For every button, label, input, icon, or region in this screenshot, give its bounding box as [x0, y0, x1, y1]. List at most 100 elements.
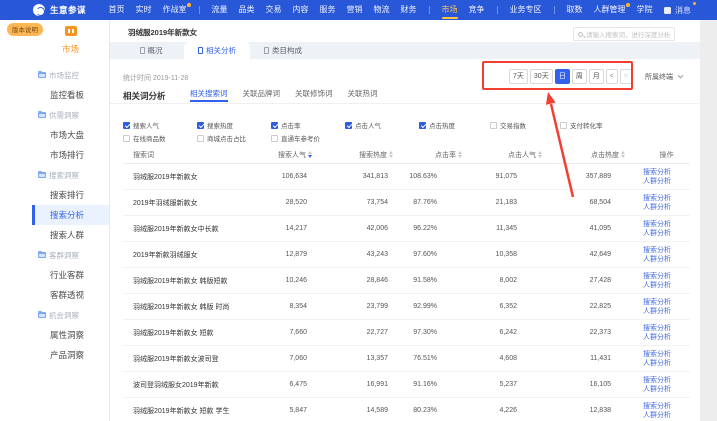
- subtab-关联品牌词[interactable]: 关联品牌词: [243, 86, 281, 104]
- link-人群分析[interactable]: 人群分析: [643, 385, 690, 394]
- search-input[interactable]: 请输入搜索词，进行深度分析: [573, 27, 675, 41]
- filter-点击人气[interactable]: 点击人气: [345, 120, 381, 130]
- ops-cell: 搜索分析人群分析: [643, 168, 690, 186]
- nav-item-财务[interactable]: 财务: [401, 0, 417, 20]
- sidebar-item-搜索排行[interactable]: 搜索排行: [32, 185, 109, 205]
- link-搜索分析[interactable]: 搜索分析: [643, 272, 690, 281]
- subtab-关联热词[interactable]: 关联热词: [348, 86, 378, 104]
- brand[interactable]: 生意参谋: [33, 4, 86, 16]
- page-title: 羽绒服2019年新款女: [128, 27, 197, 38]
- link-搜索分析[interactable]: 搜索分析: [643, 194, 690, 203]
- column-header-点击热度[interactable]: 点击热度: [542, 150, 625, 160]
- filter-商城点击占比[interactable]: 商城点击占比: [197, 133, 246, 143]
- nav-item-市场[interactable]: 市场: [442, 0, 458, 20]
- link-搜索分析[interactable]: 搜索分析: [643, 246, 690, 255]
- value-cell: 27,428: [542, 277, 625, 284]
- nav-item-交易[interactable]: 交易: [266, 0, 282, 20]
- checkbox-icon: [123, 135, 130, 142]
- terminal-filter[interactable]: 所属终端: [645, 72, 681, 82]
- filter-搜索热度[interactable]: 搜索热度: [197, 120, 233, 130]
- nav-item-学院[interactable]: 学院: [637, 0, 653, 20]
- value-cell: 14,589: [312, 407, 393, 414]
- tab-相关分析[interactable]: 相关分析: [184, 42, 250, 59]
- value-cell: 91.16%: [393, 381, 462, 388]
- tab-类目构成[interactable]: 类目构成: [250, 42, 316, 59]
- sidebar-item-产品洞察[interactable]: 产品洞察: [32, 345, 109, 365]
- sidebar-item-客群透视[interactable]: 客群透视: [32, 285, 109, 305]
- filter-直通车参考价[interactable]: 直通车参考价: [271, 133, 320, 143]
- column-header-搜索热度[interactable]: 搜索热度: [312, 150, 393, 160]
- section-tabs: 相关搜索词关联品牌词关联修饰词关联热词: [190, 86, 393, 104]
- link-搜索分析[interactable]: 搜索分析: [643, 298, 690, 307]
- nav-item-业务专区[interactable]: 业务专区: [510, 0, 542, 20]
- link-人群分析[interactable]: 人群分析: [643, 411, 690, 420]
- link-人群分析[interactable]: 人群分析: [643, 359, 690, 368]
- nav-item-流量[interactable]: 流量: [212, 0, 228, 20]
- link-搜索分析[interactable]: 搜索分析: [643, 168, 690, 177]
- nav-separator: [497, 6, 498, 14]
- column-header-搜索人气[interactable]: 搜索人气: [233, 150, 312, 160]
- filter-搜索人气[interactable]: 搜索人气: [123, 120, 159, 130]
- nav-item-服务[interactable]: 服务: [320, 0, 336, 20]
- filter-在线商品数[interactable]: 在线商品数: [123, 133, 166, 143]
- subtab-相关搜索词[interactable]: 相关搜索词: [190, 86, 228, 104]
- nav-item-人群管理[interactable]: 人群管理: [594, 0, 626, 20]
- sidebar-item-市场排行[interactable]: 市场排行: [32, 145, 109, 165]
- subtab-关联修饰词[interactable]: 关联修饰词: [295, 86, 333, 104]
- value-cell: 11,431: [542, 355, 625, 362]
- link-人群分析[interactable]: 人群分析: [643, 229, 690, 238]
- sidebar-item-监控看板[interactable]: 监控看板: [32, 85, 109, 105]
- version-badge[interactable]: 版本说明: [7, 23, 43, 36]
- link-搜索分析[interactable]: 搜索分析: [643, 350, 690, 359]
- value-cell: 106,634: [233, 173, 312, 180]
- link-人群分析[interactable]: 人群分析: [643, 281, 690, 290]
- nav-item-营销[interactable]: 营销: [347, 0, 363, 20]
- link-搜索分析[interactable]: 搜索分析: [643, 402, 690, 411]
- nav-separator: [429, 6, 430, 14]
- sidebar-group-供需洞察: 供需洞察: [32, 105, 109, 125]
- nav-item-实时[interactable]: 实时: [136, 0, 152, 20]
- link-人群分析[interactable]: 人群分析: [643, 307, 690, 316]
- value-cell: 6,475: [233, 381, 312, 388]
- column-header-操作: 操作: [643, 150, 690, 160]
- sidebar-item-搜索人群[interactable]: 搜索人群: [32, 225, 109, 245]
- nav-item-取数[interactable]: 取数: [567, 0, 583, 20]
- sort-icon[interactable]: [621, 151, 625, 158]
- nav-item-物流[interactable]: 物流: [374, 0, 390, 20]
- sidebar-item-市场大盘[interactable]: 市场大盘: [32, 125, 109, 145]
- link-搜索分析[interactable]: 搜索分析: [643, 376, 690, 385]
- sidebar-group-市场监控: 市场监控: [32, 65, 109, 85]
- keywords-table: 搜索词搜索人气搜索热度点击率点击人气点击热度操作羽绒服2019年新款女106,6…: [123, 146, 690, 421]
- search-icon: [578, 32, 583, 37]
- link-人群分析[interactable]: 人群分析: [643, 203, 690, 212]
- tab-概况[interactable]: 概况: [118, 42, 184, 59]
- nav-messages[interactable]: 消息: [664, 0, 691, 20]
- column-header-点击率[interactable]: 点击率: [393, 150, 462, 160]
- keyword-cell: 羽绒服2019年新款女 韩版短款: [123, 276, 233, 286]
- nav-item-首页[interactable]: 首页: [109, 0, 125, 20]
- nav-menu: 首页实时作战室 流量品类交易内容服务营销物流财务 市场竞争 业务专区 取数人群管理学院: [103, 0, 658, 20]
- value-cell: 12,879: [233, 251, 312, 258]
- filter-交易指数[interactable]: 交易指数: [490, 120, 526, 130]
- value-cell: 7,060: [233, 355, 312, 362]
- annotation-red-box: [482, 61, 633, 90]
- sidebar-item-属性洞察[interactable]: 属性洞察: [32, 325, 109, 345]
- filter-点击率[interactable]: 点击率: [271, 120, 301, 130]
- sidebar-item-搜索分析[interactable]: 搜索分析: [32, 205, 109, 225]
- value-cell: 108.63%: [393, 173, 462, 180]
- column-header-点击人气[interactable]: 点击人气: [462, 150, 542, 160]
- nav-item-内容[interactable]: 内容: [293, 0, 309, 20]
- nav-item-作战室[interactable]: 作战室: [163, 0, 187, 20]
- filter-支付转化率[interactable]: 支付转化率: [560, 120, 603, 130]
- link-人群分析[interactable]: 人群分析: [643, 333, 690, 342]
- link-人群分析[interactable]: 人群分析: [643, 177, 690, 186]
- filter-点击热度[interactable]: 点击热度: [419, 120, 455, 130]
- link-搜索分析[interactable]: 搜索分析: [643, 324, 690, 333]
- stat-time: 统计时间 2019-11-28: [123, 73, 188, 83]
- sidebar-item-行业客群[interactable]: 行业客群: [32, 265, 109, 285]
- nav-item-品类[interactable]: 品类: [239, 0, 255, 20]
- nav-item-竞争[interactable]: 竞争: [469, 0, 485, 20]
- link-人群分析[interactable]: 人群分析: [643, 255, 690, 264]
- notification-dot: [626, 3, 630, 7]
- link-搜索分析[interactable]: 搜索分析: [643, 220, 690, 229]
